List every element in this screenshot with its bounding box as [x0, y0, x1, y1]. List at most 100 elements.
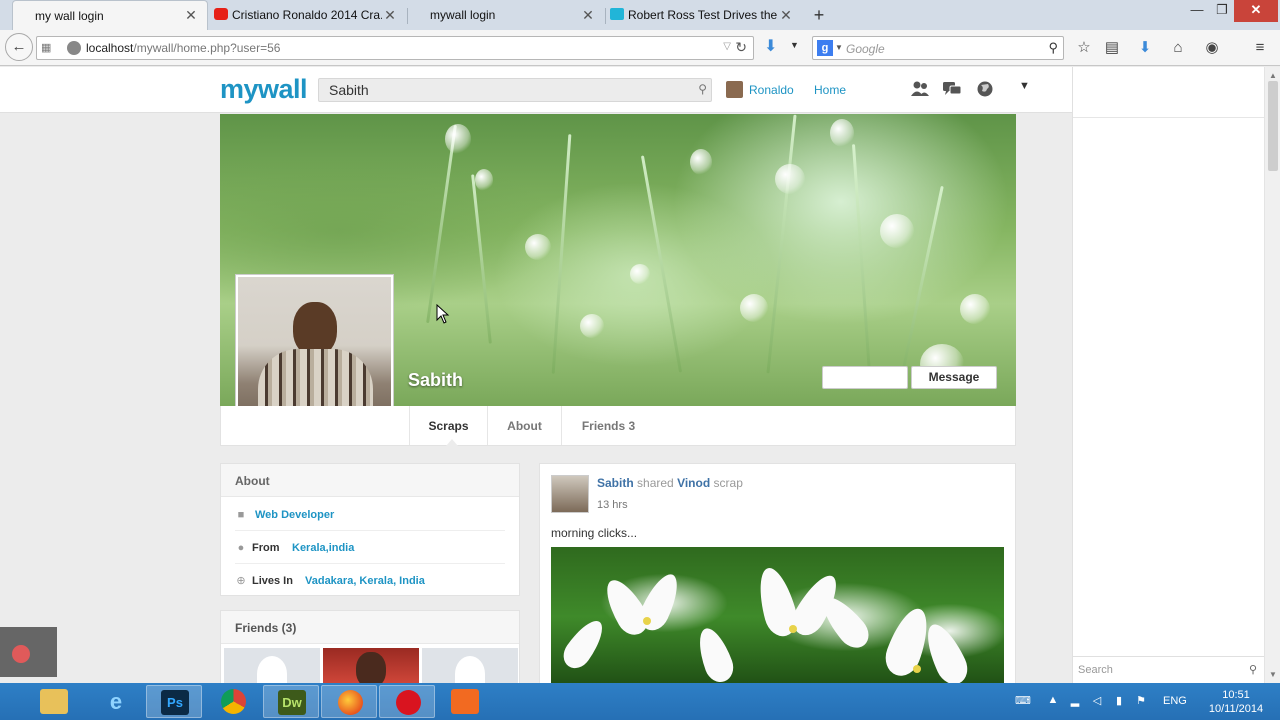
close-icon[interactable]: ✕	[183, 7, 199, 24]
tab-title: my wall login	[35, 8, 104, 23]
network-icon[interactable]: ▂	[1068, 694, 1082, 708]
grid-icon[interactable]: ▦	[41, 41, 55, 55]
browser-tab-mywall[interactable]: mywall login ✕	[408, 0, 604, 30]
briefcase-icon: ■	[237, 509, 245, 521]
url-host: localhost	[86, 41, 134, 55]
friends-icon[interactable]	[910, 80, 930, 98]
about-card-title: About	[221, 464, 519, 497]
taskbar-firefox[interactable]	[321, 685, 377, 718]
search-icon[interactable]: ⚲	[1249, 663, 1257, 676]
taskbar-file-explorer[interactable]	[26, 685, 82, 718]
avatar[interactable]	[551, 475, 589, 513]
default-avatar-icon	[455, 656, 485, 683]
default-avatar-icon	[257, 656, 287, 683]
messages-icon[interactable]	[942, 80, 962, 98]
chrome-icon	[221, 689, 246, 714]
url-bar[interactable]: ▦ localhost/mywall/home.php?user=56 ▽ ↻	[36, 36, 754, 60]
mouse-cursor-icon	[436, 304, 450, 324]
action-center-icon[interactable]: ⚑	[1134, 694, 1148, 708]
cover-decoration	[525, 234, 551, 260]
restore-icon[interactable]: ❐	[1208, 0, 1236, 22]
from-link[interactable]: Kerala,india	[292, 542, 354, 554]
right-sidebar: Search ⚲	[1072, 67, 1265, 683]
scrollbar-thumb[interactable]	[1268, 81, 1278, 171]
cover-decoration	[580, 314, 604, 338]
friend-thumbnail[interactable]	[323, 648, 419, 683]
new-tab-button[interactable]: +	[808, 4, 830, 26]
chat-search-input[interactable]: Search ⚲	[1073, 656, 1265, 683]
photoshop-icon: Ps	[161, 690, 189, 715]
cover-decoration	[551, 134, 572, 374]
taskbar-photoshop[interactable]: Ps	[146, 685, 202, 718]
add-friend-button[interactable]	[822, 366, 908, 389]
scrap-post: Sabith shared Vinod scrap 13 hrs morning…	[539, 463, 1016, 683]
browser-tab-mywall-login[interactable]: my wall login ✕	[12, 0, 208, 30]
scroll-down-icon[interactable]: ▼	[1269, 670, 1277, 679]
job-link[interactable]: Web Developer	[255, 509, 334, 521]
taskbar-opera[interactable]	[379, 685, 435, 718]
chevron-down-icon[interactable]: ▼	[835, 43, 843, 52]
site-search-input[interactable]: Sabith ⚲	[318, 78, 712, 102]
scroll-up-icon[interactable]: ▲	[1269, 71, 1277, 80]
taskbar-dreamweaver[interactable]: Dw	[263, 685, 319, 718]
menu-icon[interactable]: ≡	[1251, 39, 1269, 57]
search-icon[interactable]: ⚲	[698, 82, 707, 96]
battery-icon[interactable]: ▮	[1112, 694, 1126, 708]
language-indicator[interactable]: ENG	[1163, 695, 1187, 707]
cover-decoration	[445, 124, 471, 154]
download-icon[interactable]: ⬇	[764, 36, 780, 56]
volume-icon[interactable]: ◁	[1090, 694, 1104, 708]
url-path: /mywall/home.php?user=56	[133, 41, 281, 55]
lives-link[interactable]: Vadakara, Kerala, India	[305, 575, 425, 587]
page-scrollbar[interactable]: ▲ ▼	[1264, 67, 1280, 683]
close-icon[interactable]: ✕	[580, 7, 596, 24]
taskbar-chrome[interactable]	[205, 685, 261, 718]
dropdown-icon[interactable]: ▽	[723, 41, 731, 52]
keyboard-icon[interactable]: ⌨	[1010, 694, 1036, 708]
message-button[interactable]: Message	[911, 366, 997, 389]
dreamweaver-icon: Dw	[278, 690, 306, 715]
firefox-icon	[338, 690, 363, 715]
browser-tab-robert-ross[interactable]: Robert Ross Test Drives the... ✕	[606, 0, 802, 30]
minimize-icon[interactable]: —	[1183, 0, 1211, 22]
home-icon[interactable]: ⌂	[1169, 39, 1187, 57]
lives-label: Lives In	[252, 575, 293, 587]
tab-friends[interactable]: Friends 3	[561, 406, 655, 445]
tab-about[interactable]: About	[487, 406, 561, 445]
chevron-down-icon[interactable]: ▼	[790, 40, 799, 50]
search-icon[interactable]: ⚲	[1048, 40, 1058, 56]
taskbar-internet-explorer[interactable]: e	[88, 685, 144, 718]
post-text: morning clicks...	[551, 526, 638, 540]
taskbar-app[interactable]	[437, 685, 493, 718]
chevron-up-icon[interactable]: ▲	[1046, 694, 1060, 708]
site-logo[interactable]: mywall	[220, 74, 308, 105]
post-image[interactable]	[551, 547, 1004, 683]
current-user-link[interactable]: Ronaldo	[749, 83, 794, 97]
search-placeholder: Search	[1078, 664, 1113, 676]
home-link[interactable]: Home	[814, 83, 846, 97]
windows-taskbar: e Ps Dw ⌨ ▲ ▂ ◁ ▮ ⚑ ENG 10:51 10/11/2014	[0, 683, 1280, 720]
globe-icon[interactable]	[67, 41, 81, 55]
avatar[interactable]	[726, 81, 743, 98]
globe-icon[interactable]	[975, 80, 995, 98]
back-button[interactable]: ←	[5, 33, 33, 61]
close-icon[interactable]: ✕	[382, 7, 398, 24]
window-close-button[interactable]: ✕	[1234, 0, 1278, 22]
browser-tab-youtube[interactable]: Cristiano Ronaldo 2014 Cra... ✕	[210, 0, 406, 30]
clipboard-icon[interactable]: ▤	[1103, 39, 1121, 57]
image-decoration	[557, 614, 611, 674]
star-icon[interactable]: ☆	[1075, 39, 1093, 57]
reload-icon[interactable]: ↻	[735, 39, 747, 56]
browser-search-box[interactable]: g ▼ Google ⚲	[812, 36, 1064, 60]
post-author-link[interactable]: Sabith	[597, 476, 634, 490]
chevron-down-icon[interactable]: ▼	[1019, 80, 1030, 92]
download-icon[interactable]: ⬇	[1136, 39, 1154, 57]
about-job-row: ■ Web Developer	[235, 499, 505, 531]
post-target-link[interactable]: Vinod	[677, 476, 710, 490]
friend-thumbnail[interactable]	[224, 648, 320, 683]
extension-icon[interactable]: ◉	[1203, 39, 1221, 57]
system-clock[interactable]: 10:51 10/11/2014	[1202, 688, 1270, 716]
friend-thumbnail[interactable]	[422, 648, 518, 683]
cover-decoration	[640, 155, 683, 373]
close-icon[interactable]: ✕	[778, 7, 794, 24]
